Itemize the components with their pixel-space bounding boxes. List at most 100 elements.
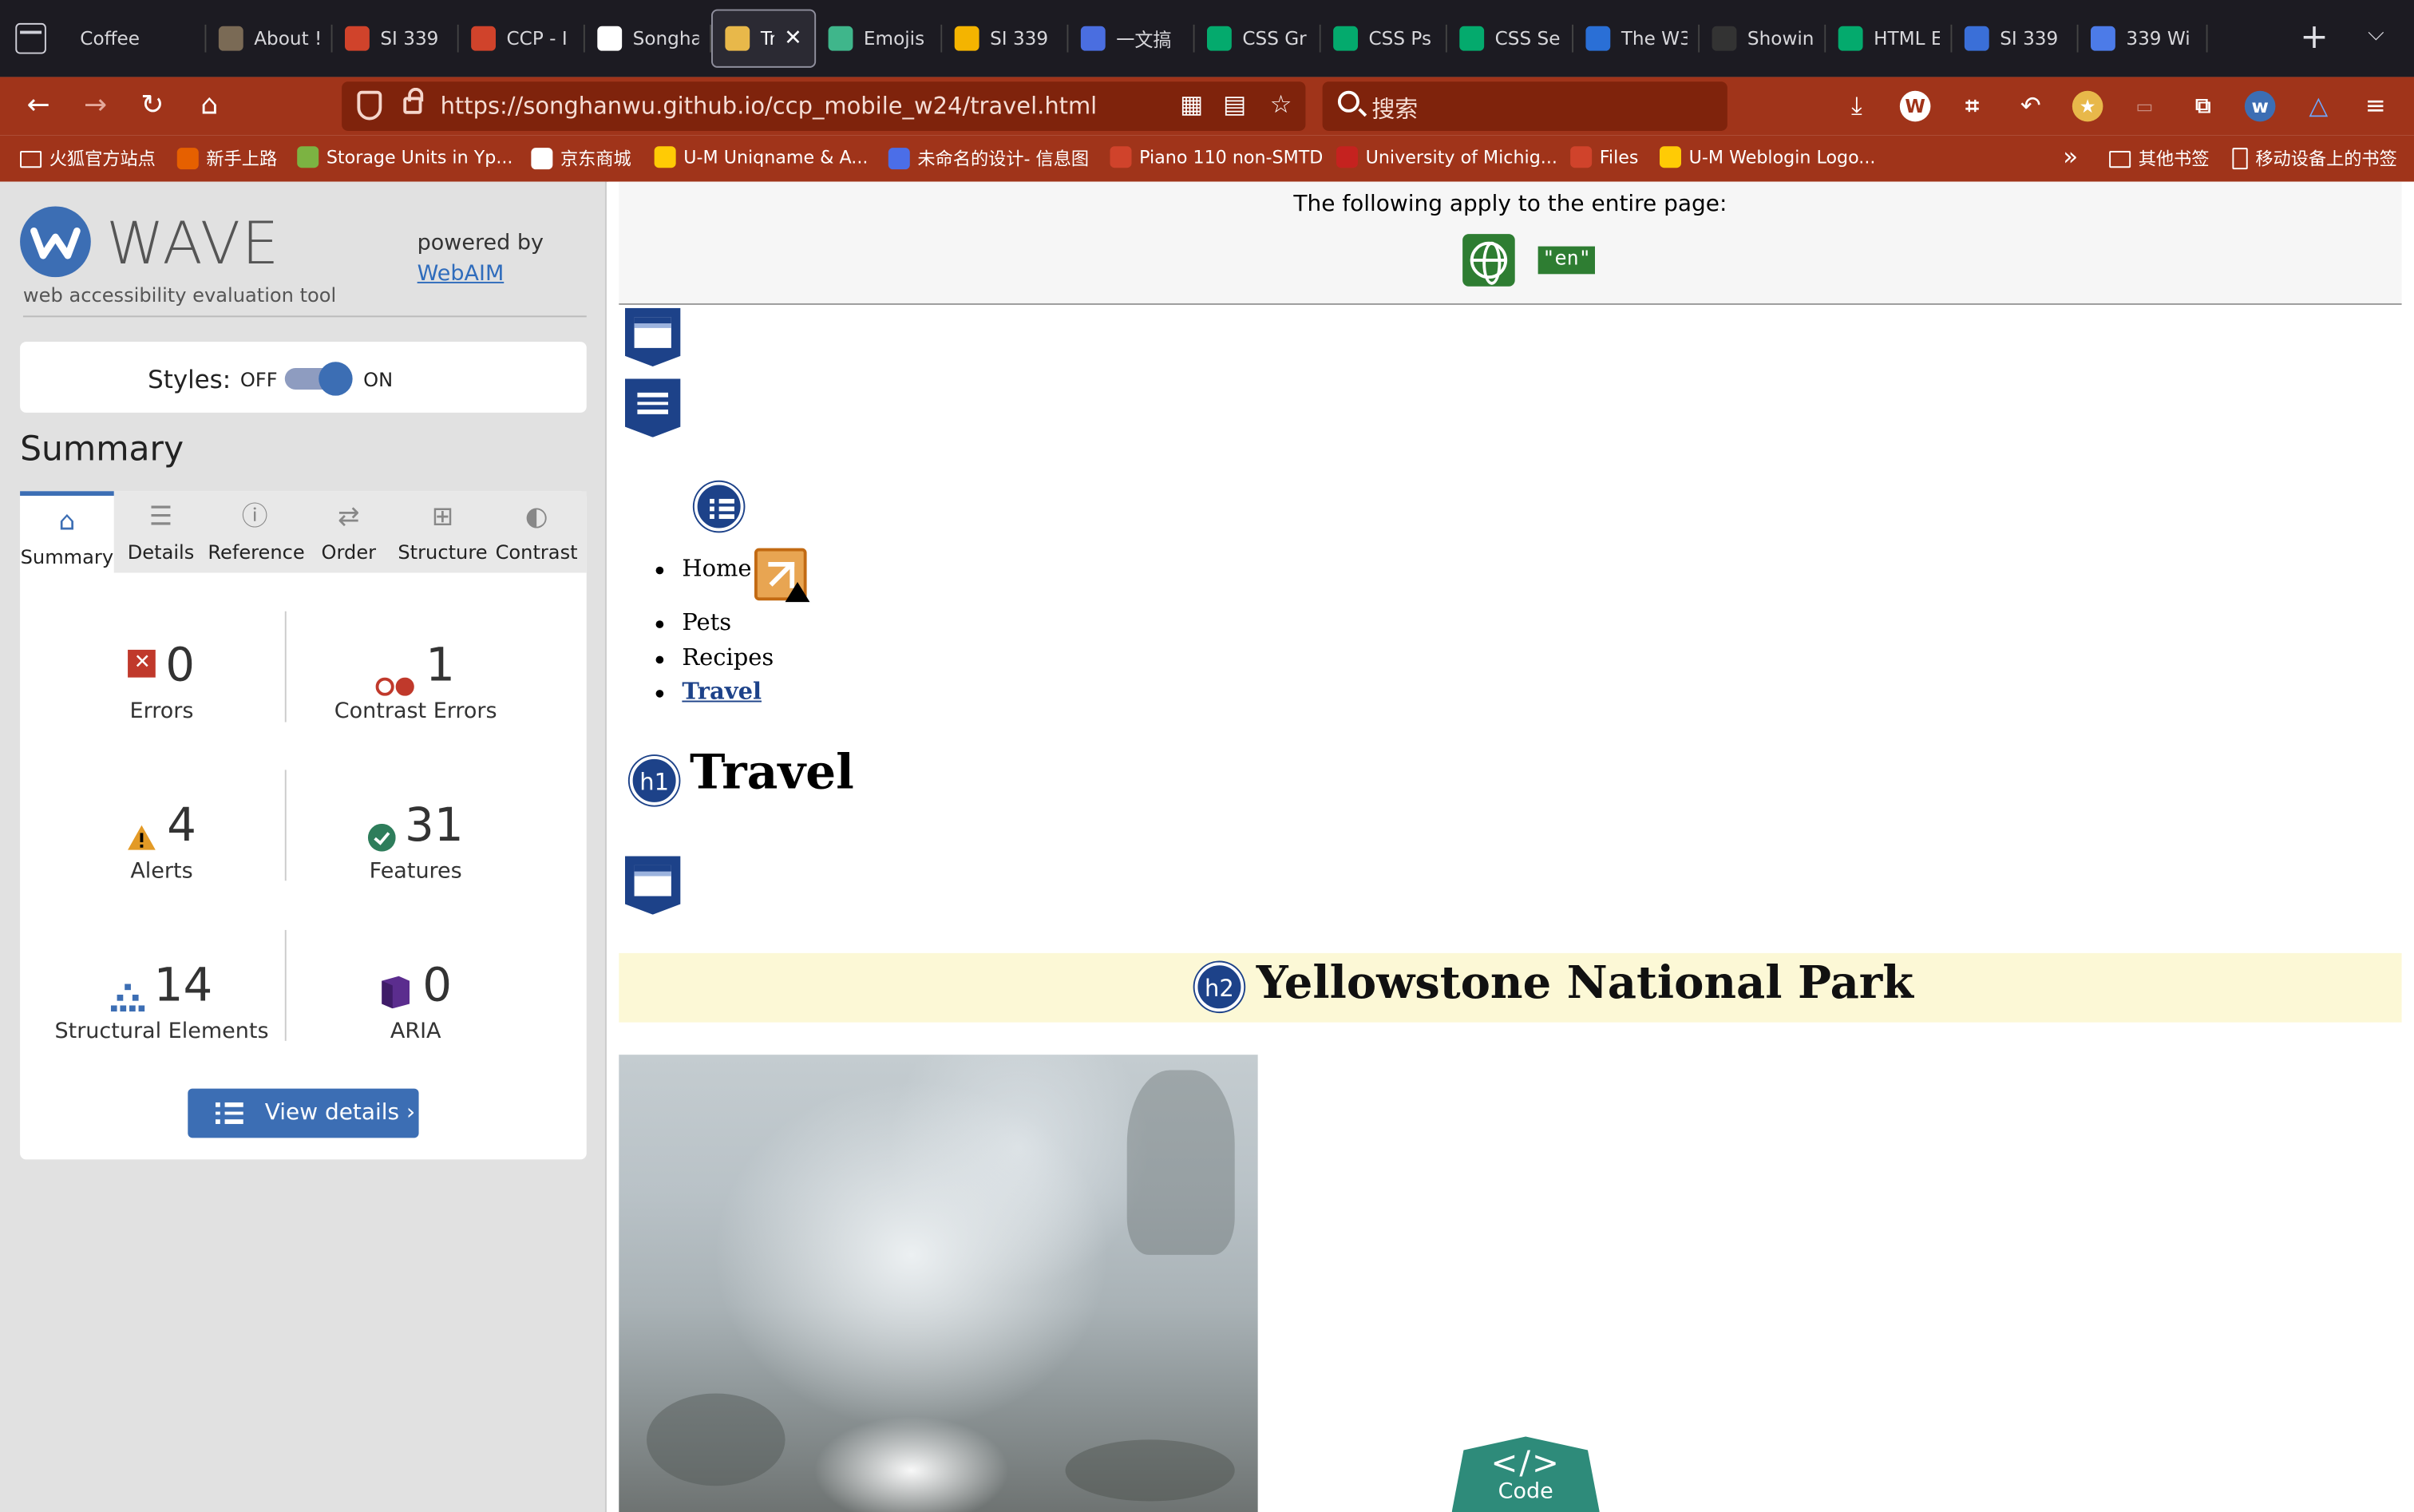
- h1-badge[interactable]: h1: [629, 756, 679, 805]
- main-landmark-icon[interactable]: [624, 856, 681, 915]
- favicon-icon: [1838, 26, 1863, 51]
- bookmark-item[interactable]: U-M Uniqname & A...: [654, 146, 868, 168]
- reader-view-icon[interactable]: ▤: [1219, 89, 1250, 121]
- structural-elements-stat[interactable]: 14 Structural Elements: [31, 960, 293, 1044]
- bookmark-favicon-icon: [1570, 146, 1593, 168]
- folder-icon: [20, 150, 42, 168]
- tab[interactable]: Showin: [1700, 10, 1826, 68]
- language-globe-icon[interactable]: [1462, 234, 1515, 287]
- tab[interactable]: HTML E: [1826, 10, 1953, 68]
- extension-triangle-icon[interactable]: △: [2303, 91, 2334, 122]
- bookmark-item[interactable]: Storage Units in Yp...: [297, 146, 512, 168]
- tab[interactable]: 一文搞: [1068, 10, 1195, 68]
- qr-code-icon[interactable]: ▦: [1176, 89, 1207, 121]
- tab[interactable]: CSS Ps: [1321, 10, 1447, 68]
- favicon-icon: [1712, 26, 1737, 51]
- nav-link-recipes[interactable]: Recipes: [651, 643, 774, 677]
- other-bookmarks-folder[interactable]: 其他书签: [2109, 146, 2209, 171]
- wave-tab-details[interactable]: ☰ Details: [114, 491, 208, 572]
- home-button[interactable]: ⌂: [192, 89, 226, 123]
- bookmark-label: 京东商城: [560, 148, 631, 170]
- tracking-protection-icon[interactable]: [357, 90, 382, 121]
- tab[interactable]: SI 339: [1952, 10, 2079, 68]
- favicon-icon: [1206, 26, 1232, 51]
- bookmark-item[interactable]: 新手上路: [176, 146, 277, 171]
- webaim-link[interactable]: WebAIM: [418, 262, 505, 287]
- lock-icon[interactable]: [403, 87, 424, 114]
- wave-tab-label: Reference: [208, 540, 305, 564]
- styles-on-label[interactable]: ON: [363, 368, 393, 391]
- url-bar[interactable]: https://songhanwu.github.io/ccp_mobile_w…: [342, 81, 1306, 131]
- extension-badge-icon[interactable]: ★: [2072, 90, 2103, 122]
- wave-tab-structure[interactable]: ⊞ Structure: [396, 491, 490, 572]
- order-icon: ⇄: [338, 501, 360, 533]
- header-landmark-icon[interactable]: [624, 307, 681, 367]
- mobile-bookmarks-folder[interactable]: 移动设备上的书签: [2232, 146, 2397, 171]
- unordered-list-icon[interactable]: [694, 481, 744, 532]
- tab[interactable]: SI 339: [942, 10, 1069, 68]
- url-text[interactable]: https://songhanwu.github.io/ccp_mobile_w…: [441, 93, 1098, 121]
- wave-tab-reference[interactable]: ⓘ Reference: [208, 491, 305, 572]
- app-menu-icon[interactable]: ≡: [2360, 91, 2391, 122]
- bookmark-item[interactable]: U-M Weblogin Logo...: [1659, 146, 1875, 168]
- tab[interactable]: The W3: [1573, 10, 1700, 68]
- nav-link-pets[interactable]: Pets: [651, 608, 774, 643]
- nav-link-travel[interactable]: Travel: [651, 678, 774, 712]
- wave-tab-summary[interactable]: ⌂ Summary: [20, 491, 114, 573]
- tab[interactable]: CSS Se: [1447, 10, 1573, 68]
- bookmark-item[interactable]: 未命名的设计- 信息图: [888, 146, 1089, 171]
- structure-icon: [110, 969, 145, 1011]
- tab-list-icon[interactable]: [15, 22, 46, 54]
- forward-button[interactable]: →: [78, 89, 112, 123]
- tab-title: SI 339: [990, 27, 1049, 49]
- new-tab-button[interactable]: +: [2300, 18, 2329, 57]
- extensions-puzzle-icon[interactable]: ⧉: [2187, 91, 2218, 122]
- code-panel-button[interactable]: </> Code: [1451, 1436, 1600, 1512]
- language-badge[interactable]: "en": [1537, 246, 1596, 275]
- feature-check-icon: [367, 809, 396, 851]
- tab[interactable]: Emojis: [816, 10, 943, 68]
- tab-title: SI 339: [2000, 27, 2059, 49]
- navigation-landmark-icon[interactable]: [624, 378, 681, 437]
- tab[interactable]: 339 Wi: [2079, 10, 2208, 68]
- tab[interactable]: About !: [206, 10, 333, 68]
- bookmark-item[interactable]: 京东商城: [531, 146, 631, 171]
- tab[interactable]: CSS Gr: [1195, 10, 1321, 68]
- bookmark-item[interactable]: 火狐官方站点: [20, 146, 156, 171]
- close-tab-icon[interactable]: ✕: [784, 26, 802, 51]
- errors-stat[interactable]: ✕ 0 Errors: [31, 639, 293, 723]
- bookmark-star-icon[interactable]: ☆: [1265, 89, 1296, 121]
- wave-extension-icon[interactable]: w: [2244, 90, 2276, 122]
- downloads-icon[interactable]: ⤓: [1842, 91, 1873, 122]
- wave-tab-order[interactable]: ⇄ Order: [302, 491, 396, 572]
- tab-active[interactable]: Trav ✕: [710, 9, 817, 68]
- reload-button[interactable]: ↻: [136, 89, 169, 123]
- extension-w-icon[interactable]: W: [1899, 90, 1931, 122]
- tab[interactable]: CCP - I: [459, 10, 585, 68]
- tab-overflow-menu-icon[interactable]: ⌵: [2368, 22, 2384, 46]
- bookmark-item[interactable]: Piano 110 non-SMTD: [1110, 146, 1323, 168]
- back-button[interactable]: ←: [22, 89, 55, 123]
- contrast-errors-stat[interactable]: 1 Contrast Errors: [285, 639, 547, 723]
- features-stat[interactable]: 31 Features: [285, 799, 547, 884]
- bookmarks-overflow-icon[interactable]: »: [2063, 141, 2078, 171]
- search-bar[interactable]: 搜索: [1322, 81, 1727, 131]
- view-details-button[interactable]: View details ›: [188, 1088, 419, 1138]
- wave-tab-contrast[interactable]: ◐ Contrast: [489, 491, 584, 572]
- tab[interactable]: Coffee: [68, 10, 207, 68]
- alerts-stat[interactable]: 4 Alerts: [31, 799, 293, 884]
- bookmark-item[interactable]: University of Michig...: [1336, 146, 1557, 168]
- search-placeholder[interactable]: 搜索: [1371, 93, 1418, 125]
- tab[interactable]: SI 339: [333, 10, 459, 68]
- redundant-link-alert-icon[interactable]: [754, 548, 810, 603]
- undo-icon[interactable]: ↶: [2015, 91, 2046, 122]
- extension-grey-icon[interactable]: ▭: [2129, 91, 2160, 122]
- styles-off-label[interactable]: OFF: [240, 368, 278, 391]
- aria-stat[interactable]: 0 ARIA: [285, 960, 547, 1044]
- h2-badge[interactable]: h2: [1194, 962, 1245, 1012]
- styles-toggle-knob[interactable]: [319, 362, 353, 396]
- bookmark-item[interactable]: Files: [1570, 146, 1638, 168]
- tab[interactable]: Songha: [585, 10, 711, 68]
- favicon-icon: [471, 26, 496, 51]
- screenshot-crop-icon[interactable]: ⌗: [1957, 91, 1988, 122]
